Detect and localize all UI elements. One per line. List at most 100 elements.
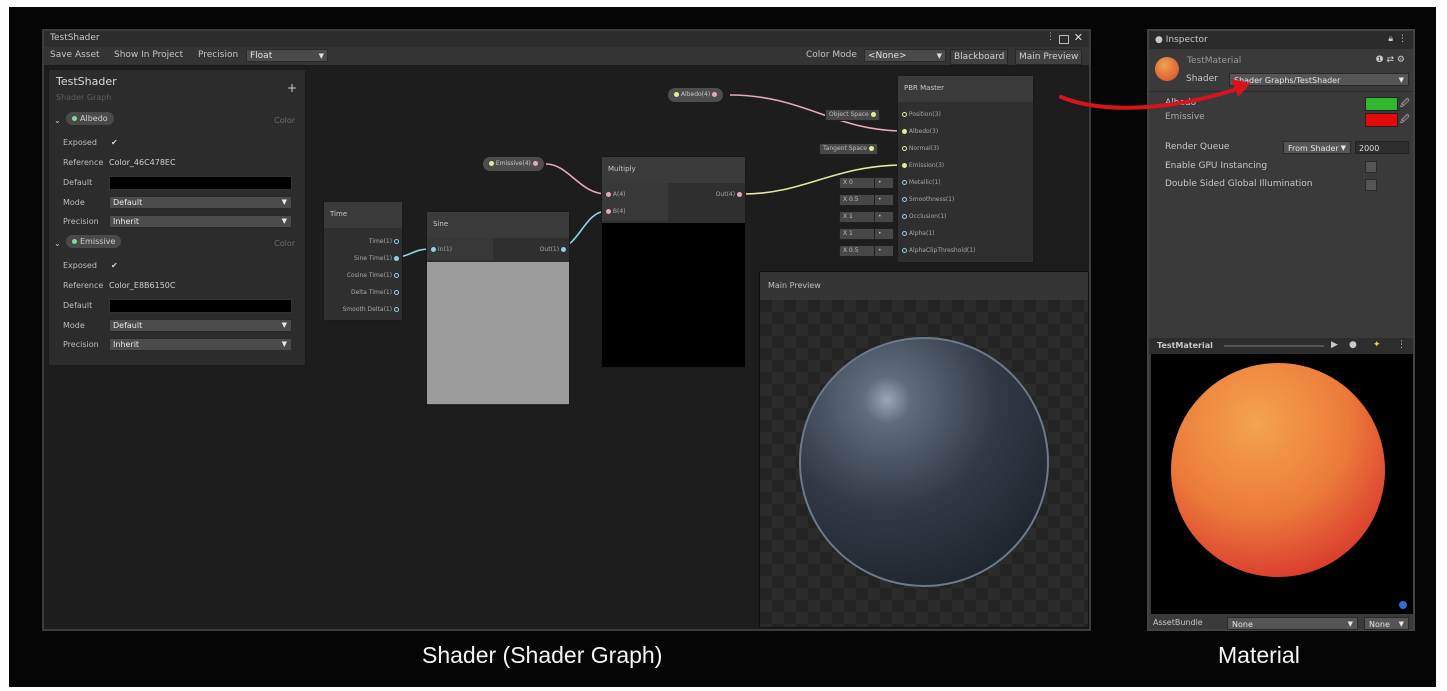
gpu-instancing-label: Enable GPU Instancing — [1165, 161, 1268, 171]
input-port-alphaclip[interactable]: AlphaClipThreshold(1) — [902, 247, 975, 254]
render-queue-dropdown[interactable]: From Shader ▼ — [1283, 141, 1351, 154]
albedo-property-node[interactable]: Albedo(4) — [668, 88, 724, 102]
kebab-menu-icon[interactable]: ⋮ — [1397, 340, 1406, 350]
port-dot-icon — [902, 231, 907, 236]
port-dot-icon — [902, 146, 907, 151]
port-dot-icon — [902, 163, 907, 168]
port-label: Out(1) — [539, 246, 560, 253]
play-icon[interactable]: ▶ — [1331, 340, 1338, 350]
arrow-line — [1059, 87, 1239, 110]
port-dot-icon — [606, 192, 611, 197]
output-port-delta-time[interactable]: Delta Time(1) — [351, 289, 399, 296]
pbr-master-node[interactable]: PBR Master Position(3) Albedo(3) Normal(… — [897, 75, 1034, 263]
input-port-in[interactable]: In(1) — [431, 246, 452, 253]
dropdown-arrow-icon: ▼ — [1398, 76, 1404, 84]
port-label: Smooth Delta(1) — [342, 306, 393, 313]
input-port-metallic[interactable]: Metallic(1) — [902, 179, 941, 186]
input-area — [602, 183, 668, 221]
light-icon[interactable]: ✦ — [1373, 340, 1381, 350]
sine-node[interactable]: Sine In(1) Out(1) — [426, 211, 570, 406]
chip-connector: • — [874, 194, 894, 206]
input-port-occlusion[interactable]: Occlusion(1) — [902, 213, 946, 220]
chip-connector: • — [874, 228, 894, 240]
render-queue-field[interactable]: 2000 — [1355, 141, 1409, 154]
input-port-a[interactable]: A(4) — [606, 191, 626, 198]
preview-sphere[interactable] — [798, 336, 1050, 588]
input-port-position[interactable]: Position(3) — [902, 111, 941, 118]
output-port-smooth-delta[interactable]: Smooth Delta(1) — [342, 306, 399, 313]
header-actions-icon[interactable]: ❶ ⇄ ⚙ — [1376, 55, 1405, 65]
inspector-tab-bar: ● Inspector 🔒︎ ⋮ — [1149, 31, 1413, 49]
output-port-out[interactable]: Out(4) — [716, 191, 742, 198]
port-dot-icon — [902, 180, 907, 185]
material-preview — [1151, 354, 1413, 614]
lock-icon[interactable]: 🔒︎ — [1388, 34, 1393, 44]
property-node-label: Emissive(4) — [495, 160, 531, 167]
port-label: B(4) — [612, 208, 626, 215]
port-dot-icon — [902, 214, 907, 219]
kebab-menu-icon[interactable]: ⋮ — [1398, 34, 1407, 44]
port-dot-icon — [561, 247, 566, 252]
port-label: A(4) — [612, 191, 626, 198]
input-port-normal[interactable]: Normal(3) — [902, 145, 939, 152]
port-dot-icon — [902, 112, 907, 117]
emissive-property-node[interactable]: Emissive(4) — [483, 157, 544, 171]
input-port-albedo[interactable]: Albedo(3) — [902, 128, 938, 135]
inspector-tab[interactable]: ● Inspector — [1155, 35, 1208, 45]
port-label: Albedo(3) — [908, 128, 939, 135]
chip-connector: • — [874, 211, 894, 223]
assetbundle-variant-dropdown[interactable]: None ▼ — [1364, 617, 1409, 630]
eyedropper-icon[interactable]: 🖉︎ — [1400, 96, 1410, 112]
sphere-shape — [799, 337, 1049, 587]
preview-drag-bar[interactable] — [1224, 345, 1324, 347]
output-port-cosine-time[interactable]: Cosine Time(1) — [347, 272, 399, 279]
assetbundle-variant-value: None — [1369, 620, 1390, 629]
node-title: PBR Master — [904, 84, 945, 92]
alphaclip-value-chip[interactable]: X 0.5 — [839, 245, 875, 257]
material-sphere[interactable] — [1170, 362, 1386, 578]
multiply-node[interactable]: Multiply A(4) B(4) Out(4) — [601, 156, 746, 368]
input-port-alpha[interactable]: Alpha(1) — [902, 230, 934, 237]
time-node[interactable]: Time Time(1) Sine Time(1) Cosine Time(1)… — [323, 201, 403, 321]
render-queue-label: Render Queue — [1165, 142, 1230, 152]
caption-shader-graph: Shader (Shader Graph) — [422, 642, 663, 668]
output-port-sine-time[interactable]: Sine Time(1) — [354, 255, 399, 262]
albedo-color-swatch[interactable] — [1365, 97, 1398, 111]
port-dot-icon — [737, 192, 742, 197]
port-dot-icon — [712, 92, 718, 97]
input-port-smoothness[interactable]: Smoothness(1) — [902, 196, 954, 203]
chip-connector: • — [874, 245, 894, 257]
node-title: Sine — [433, 220, 449, 228]
object-space-chip[interactable]: Object Space — [825, 109, 880, 121]
sphere-shape — [1171, 363, 1385, 577]
occlusion-value-chip[interactable]: X 1 — [839, 211, 875, 223]
chip-label: Object Space — [829, 111, 869, 118]
port-dot-icon — [606, 209, 611, 214]
input-port-emission[interactable]: Emission(3) — [902, 162, 944, 169]
output-port-out[interactable]: Out(1) — [540, 246, 566, 253]
inspector-tab-label: Inspector — [1165, 35, 1208, 45]
sphere-mode-icon[interactable]: ● — [1349, 340, 1357, 350]
metallic-value-chip[interactable]: X 0 — [839, 177, 875, 189]
dropdown-arrow-icon: ▼ — [1340, 144, 1346, 152]
port-label: Emission(3) — [908, 162, 945, 169]
double-sided-gi-checkbox[interactable] — [1365, 179, 1377, 191]
alpha-value-chip[interactable]: X 1 — [839, 228, 875, 240]
eyedropper-icon[interactable]: 🖉︎ — [1400, 112, 1410, 128]
input-port-b[interactable]: B(4) — [606, 208, 626, 215]
assetbundle-dropdown[interactable]: None ▼ — [1227, 617, 1358, 630]
sine-preview — [427, 262, 569, 404]
annotation-arrow — [1059, 79, 1251, 110]
port-label: AlphaClipThreshold(1) — [908, 247, 976, 254]
port-label: Smoothness(1) — [908, 196, 955, 203]
emissive-color-swatch[interactable] — [1365, 113, 1398, 127]
assetbundle-info-icon — [1399, 601, 1407, 609]
node-header — [427, 212, 569, 238]
output-port-time[interactable]: Time(1) — [369, 238, 399, 245]
main-preview-title: Main Preview — [768, 281, 821, 290]
chip-label: Tangent Space — [823, 145, 867, 152]
tangent-space-chip[interactable]: Tangent Space — [819, 143, 878, 155]
gpu-instancing-checkbox[interactable] — [1365, 161, 1377, 173]
smoothness-value-chip[interactable]: X 0.5 — [839, 194, 875, 206]
shader-graph-window: TestShader ⋮ ✕ Save Asset Show In Projec… — [42, 29, 1091, 631]
